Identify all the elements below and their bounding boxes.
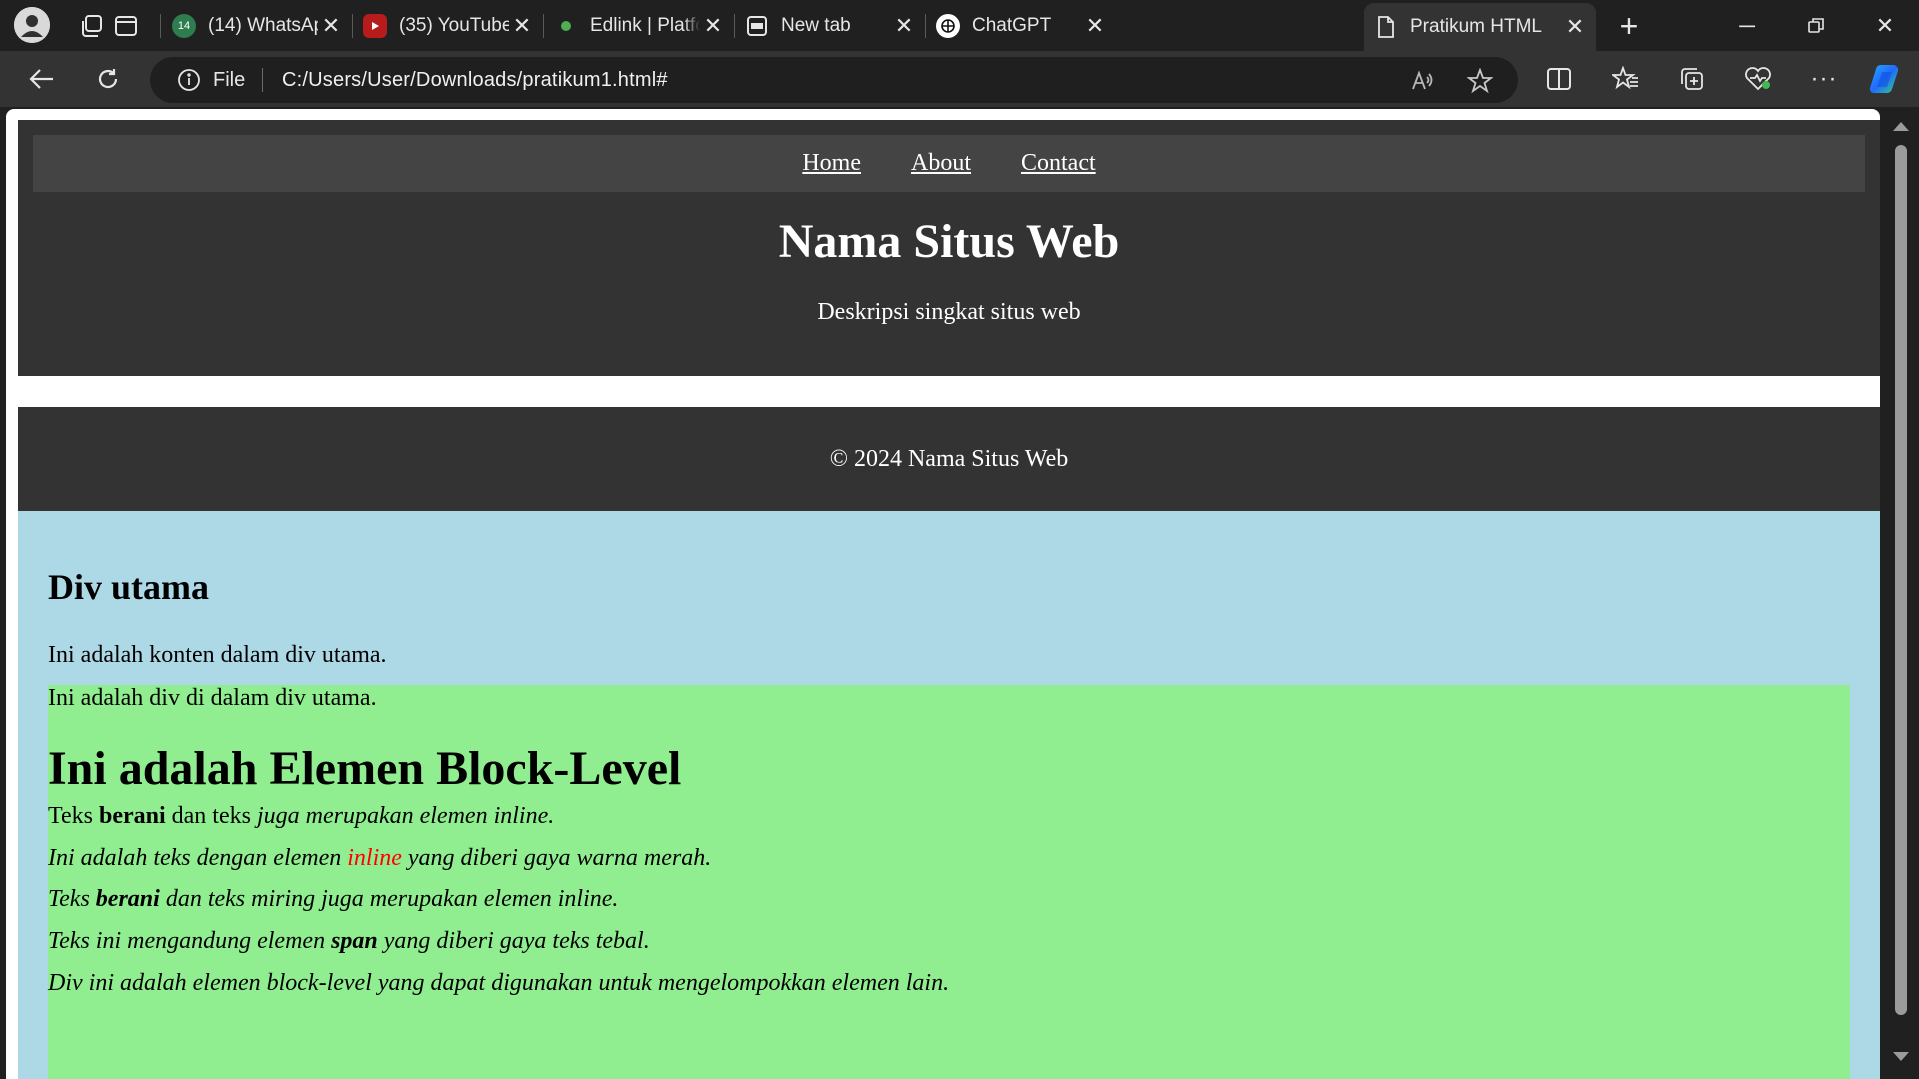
chatgpt-icon <box>936 14 960 38</box>
url-text[interactable]: C:/Users/User/Downloads/pratikum1.html# <box>282 69 668 92</box>
main-div: Div utama Ini adalah konten dalam div ut… <box>18 511 1880 1079</box>
scrollbar-thumb[interactable] <box>1895 145 1907 1015</box>
tab-title: New tab <box>781 15 851 36</box>
browser-toolbar: File C:/Users/User/Downloads/pratikum1.h… <box>0 51 1919 107</box>
close-window-button[interactable]: ✕ <box>1851 0 1919 51</box>
youtube-icon <box>363 14 387 38</box>
edlink-icon <box>554 14 578 38</box>
inline-text-line-2: Ini adalah teks dengan elemen inline yan… <box>48 845 711 872</box>
browser-essentials-icon[interactable] <box>1740 61 1776 97</box>
refresh-icon[interactable] <box>90 61 126 97</box>
close-tab-icon[interactable]: ✕ <box>700 13 726 39</box>
address-bar[interactable]: File C:/Users/User/Downloads/pratikum1.h… <box>150 57 1518 103</box>
favorites-icon[interactable] <box>1608 61 1644 97</box>
tab-title: Edlink | Platform Edukasi <box>590 15 700 36</box>
tab-strip: 14 (14) WhatsApp ✕ (35) YouTube ✕ Edlink… <box>0 0 1919 51</box>
inline-text-line-1: Teks berani dan teks juga merupakan elem… <box>48 803 554 830</box>
nav-link-about[interactable]: About <box>911 150 971 177</box>
tab-edlink[interactable]: Edlink | Platform Edukasi ✕ <box>544 5 734 47</box>
more-options-icon[interactable]: ··· <box>1806 61 1842 97</box>
whatsapp-icon: 14 <box>172 14 196 38</box>
inner-div: Ini adalah div di dalam div utama. Ini a… <box>48 685 1850 1079</box>
block-level-heading: Ini adalah Elemen Block-Level <box>48 742 682 795</box>
close-tab-icon[interactable]: ✕ <box>891 13 917 39</box>
text-segment: Teks <box>48 886 96 912</box>
favorite-star-icon[interactable] <box>1466 67 1494 95</box>
site-info-icon[interactable] <box>176 67 202 93</box>
site-nav: Home About Contact <box>33 135 1865 192</box>
inline-text-line-4: Teks ini mengandung elemen span yang dib… <box>48 928 650 955</box>
text-segment: Teks ini mengandung elemen <box>48 928 332 954</box>
document-icon <box>1374 15 1398 39</box>
tab-title: ChatGPT <box>972 15 1052 36</box>
nav-link-home[interactable]: Home <box>802 150 861 177</box>
vertical-tabs-icon[interactable] <box>109 9 143 43</box>
footer-text: © 2024 Nama Situs Web <box>829 445 1069 472</box>
new-tab-button[interactable]: + <box>1612 8 1646 44</box>
inner-div-intro: Ini adalah div di dalam div utama. <box>48 685 377 711</box>
scroll-up-arrow-icon[interactable] <box>1893 122 1909 131</box>
bold-span-text: span <box>331 928 378 954</box>
bold-text: berani <box>95 886 160 912</box>
bold-text: berani <box>98 803 166 829</box>
italic-text: juga merupakan elemen inline. <box>256 803 555 829</box>
nav-link-contact[interactable]: Contact <box>1021 150 1096 177</box>
close-tab-icon[interactable]: ✕ <box>1082 13 1108 39</box>
tab-title: Pratikum HTML <box>1410 16 1542 37</box>
tab-new-tab[interactable]: New tab ✕ <box>735 5 925 47</box>
close-tab-icon[interactable]: ✕ <box>509 13 535 39</box>
scheme-label: File <box>213 69 246 91</box>
newtab-icon <box>745 14 769 38</box>
text-segment: yang diberi gaya warna merah. <box>401 845 712 871</box>
collections-icon[interactable] <box>1674 61 1710 97</box>
tab-whatsapp[interactable]: 14 (14) WhatsApp ✕ <box>162 5 352 47</box>
text-segment: Ini adalah teks dengan elemen <box>48 845 348 871</box>
tab-title: (14) WhatsApp <box>208 15 318 36</box>
red-inline-text: inline <box>347 845 402 871</box>
main-div-heading: Div utama <box>48 567 209 607</box>
text-segment: yang diberi gaya teks tebal. <box>377 928 650 954</box>
inline-text-line-5: Div ini adalah elemen block-level yang d… <box>48 970 950 996</box>
close-tab-icon[interactable]: ✕ <box>318 13 344 39</box>
page-content: Home About Contact Nama Situs Web Deskri… <box>18 120 1880 1079</box>
close-tab-icon[interactable]: ✕ <box>1562 14 1588 40</box>
back-icon[interactable] <box>24 61 60 97</box>
page-viewport: Home About Contact Nama Situs Web Deskri… <box>6 109 1880 1079</box>
tab-title: (35) YouTube <box>399 15 509 36</box>
text-segment: dan teks miring juga merupakan elemen in… <box>159 886 619 912</box>
tab-separator <box>160 14 161 38</box>
site-title: Nama Situs Web <box>778 215 1120 268</box>
split-screen-icon[interactable] <box>1541 61 1577 97</box>
site-description: Deskripsi singkat situs web <box>817 299 1081 325</box>
inline-text-line-3: Teks berani dan teks miring juga merupak… <box>48 886 618 913</box>
tab-youtube[interactable]: (35) YouTube ✕ <box>353 5 543 47</box>
copilot-icon[interactable] <box>1868 61 1904 97</box>
read-aloud-icon[interactable] <box>1408 67 1436 95</box>
site-footer: © 2024 Nama Situs Web <box>18 407 1880 511</box>
site-header: Home About Contact Nama Situs Web Deskri… <box>18 120 1880 376</box>
tab-chatgpt[interactable]: ChatGPT ✕ <box>926 5 1116 47</box>
scroll-down-arrow-icon[interactable] <box>1893 1052 1909 1061</box>
text-segment: Teks <box>48 803 99 829</box>
minimize-button[interactable]: ─ <box>1713 0 1781 51</box>
workspaces-icon[interactable] <box>75 9 109 43</box>
main-div-paragraph: Ini adalah konten dalam div utama. <box>48 642 387 668</box>
text-segment: dan teks <box>165 803 257 829</box>
tab-pratikum-html[interactable]: Pratikum HTML ✕ <box>1364 3 1596 51</box>
vertical-scrollbar[interactable] <box>1888 109 1919 1079</box>
address-separator <box>262 68 263 92</box>
restore-button[interactable] <box>1782 0 1850 51</box>
profile-avatar-icon[interactable] <box>14 7 50 43</box>
